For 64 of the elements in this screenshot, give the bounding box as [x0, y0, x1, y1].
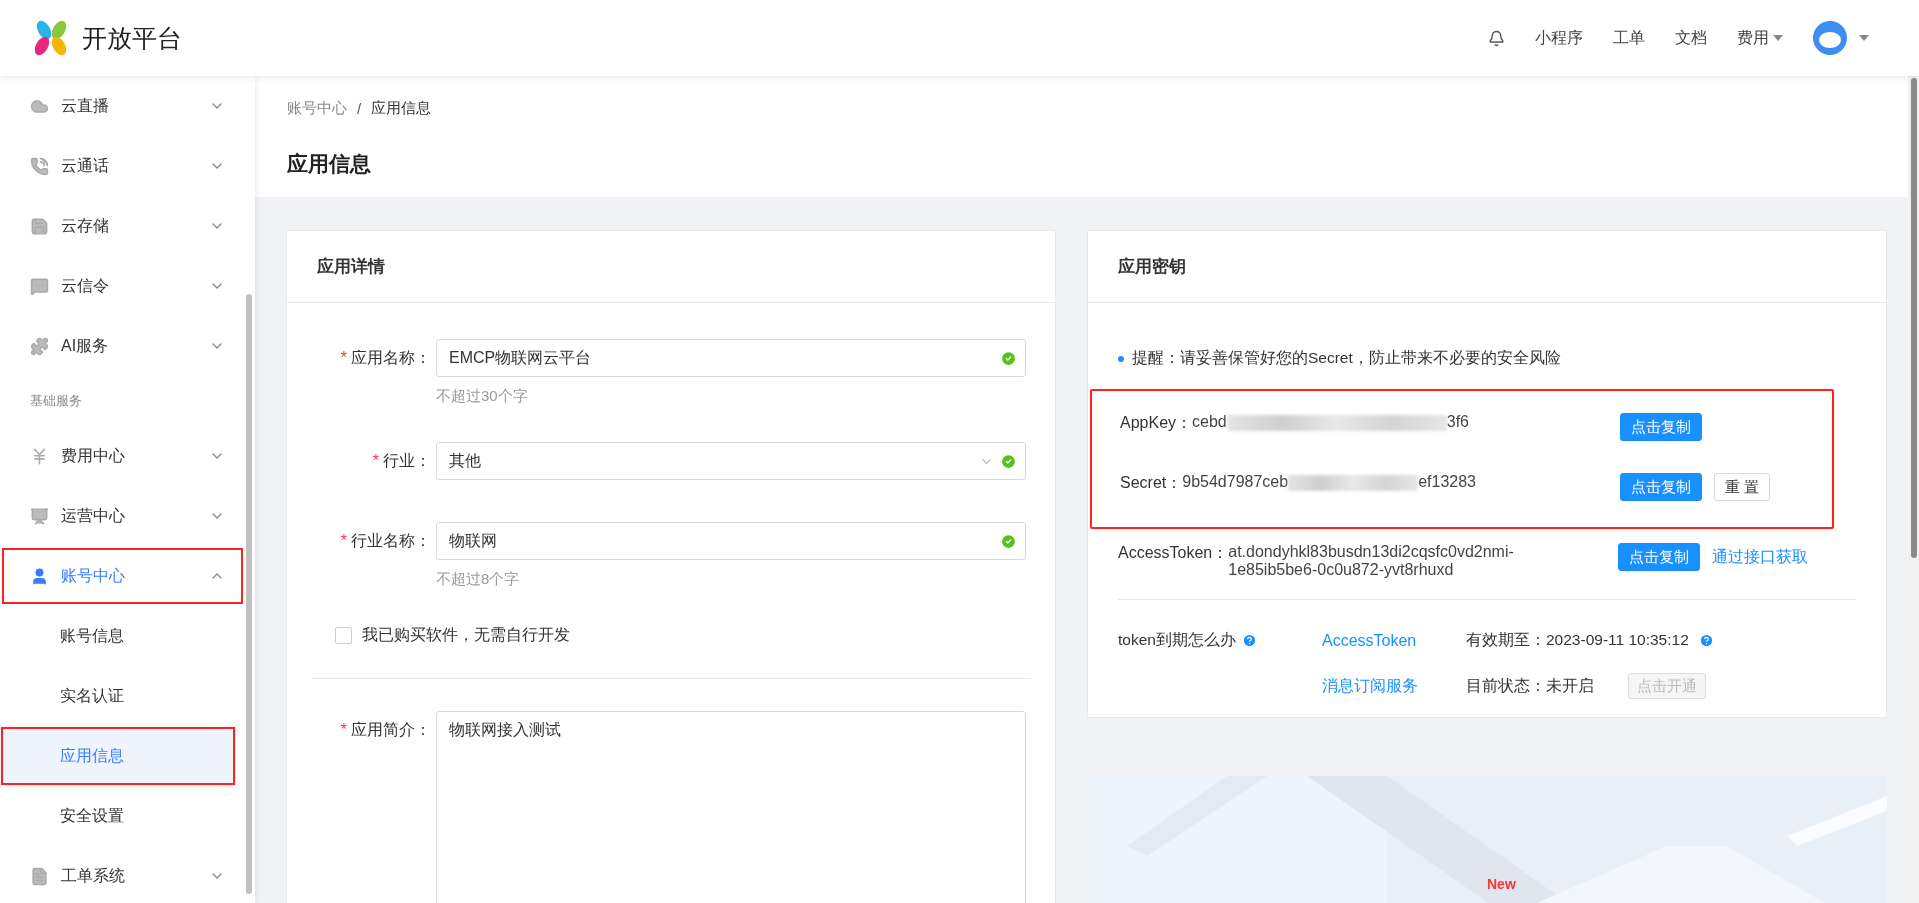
chat-icon	[30, 276, 49, 296]
key-label: AccessToken：	[1118, 543, 1229, 563]
breadcrumb-link[interactable]: 应用信息	[371, 98, 432, 118]
notice-text: 提醒：请妥善保管好您的Secret，防止带来不必要的安全风险	[1132, 348, 1561, 368]
field-label: * 行业名称：	[339, 531, 431, 551]
field-label: * 应用名称：	[339, 348, 431, 368]
blocks-icon	[30, 336, 49, 356]
caret-icon	[1773, 35, 1783, 41]
nav-link[interactable]: 费用	[1737, 27, 1783, 49]
field-label: * 应用简介：	[339, 720, 431, 740]
field-hint: 不超过30个字	[436, 387, 529, 406]
user-icon	[30, 566, 49, 586]
scrollbar-thumb[interactable]	[246, 294, 252, 894]
key-value: cebd 3f6	[1192, 413, 1470, 433]
sidebar-item[interactable]: 运营中心	[0, 486, 245, 546]
sidebar-item[interactable]: 云信令	[0, 256, 245, 316]
sidebar-item[interactable]: 费用中心	[0, 426, 245, 486]
document-icon	[30, 866, 49, 886]
checkbox-label[interactable]: 我已购买软件，无需自行开发	[287, 625, 1055, 646]
breadcrumb-separator: /	[357, 99, 362, 117]
sidebar-subitem[interactable]: 应用信息	[0, 726, 236, 786]
checkbox[interactable]	[335, 627, 352, 644]
key-value: 9b54d7987ceb ef13283	[1182, 473, 1477, 493]
phone-icon	[30, 156, 49, 176]
floppy-icon	[30, 216, 49, 236]
sidebar-item[interactable]: 工单系统	[0, 846, 245, 903]
sidebar-subitem[interactable]: 安全设置	[0, 786, 236, 846]
field-label: * 行业：	[371, 451, 431, 471]
nav-link[interactable]: 文档	[1675, 27, 1707, 49]
bell-icon[interactable]	[1488, 29, 1505, 47]
nav-link[interactable]: 小程序	[1535, 27, 1583, 49]
sidebar-item[interactable]: 云存储	[0, 196, 245, 256]
caret-icon[interactable]	[1859, 35, 1869, 41]
field-hint: 不超过8个字	[436, 570, 521, 589]
sidebar-subitem[interactable]: 账号信息	[0, 606, 236, 666]
section-label: 基础服务	[29, 392, 83, 410]
sidebar-item[interactable]: 云通话	[0, 136, 245, 196]
help-question: token到期怎么办	[1118, 630, 1236, 650]
new-label: New	[1487, 876, 1516, 892]
sidebar-subitem[interactable]: 实名认证	[0, 666, 236, 726]
key-value: at.dondyhkl83busdn13di2cqsfc0vd2nmi-1e85ib5be6-0c0u872-yvt8rhuxd	[1228, 543, 1515, 579]
card-title: 应用密钥	[1088, 231, 1886, 303]
sidebar-item[interactable]: AI服务	[0, 316, 245, 376]
service-detail: 目前状态：未开启	[1466, 675, 1594, 696]
reset-button[interactable]: 重 置	[1714, 473, 1771, 501]
input-field[interactable]: EMCP物联网云平台	[436, 339, 1026, 377]
textarea-field[interactable]: 物联网接入测试	[436, 711, 1026, 903]
brand-name: 开放平台	[82, 22, 182, 54]
bullet-icon	[1118, 355, 1124, 362]
sidebar-item[interactable]: 云直播	[0, 76, 245, 136]
key-label: Secret：	[1120, 473, 1183, 493]
input-field[interactable]: 物联网	[436, 522, 1026, 560]
key-label: AppKey：	[1120, 413, 1193, 433]
page-title: 应用信息	[287, 151, 372, 177]
help-icon[interactable]	[1241, 633, 1257, 648]
card-title: 应用详情	[287, 231, 1055, 303]
breadcrumb-link[interactable]: 账号中心	[287, 98, 347, 118]
avatar-icon[interactable]	[1813, 21, 1847, 55]
scrollbar[interactable]	[1908, 76, 1919, 903]
service-detail: 有效期至：2023-09-11 10:35:12	[1466, 630, 1689, 650]
select-field[interactable]: 其他	[436, 442, 1026, 480]
nav-link[interactable]: 工单	[1613, 27, 1645, 49]
sidebar-item[interactable]: 账号中心	[0, 546, 245, 606]
help-icon[interactable]	[1698, 633, 1714, 648]
